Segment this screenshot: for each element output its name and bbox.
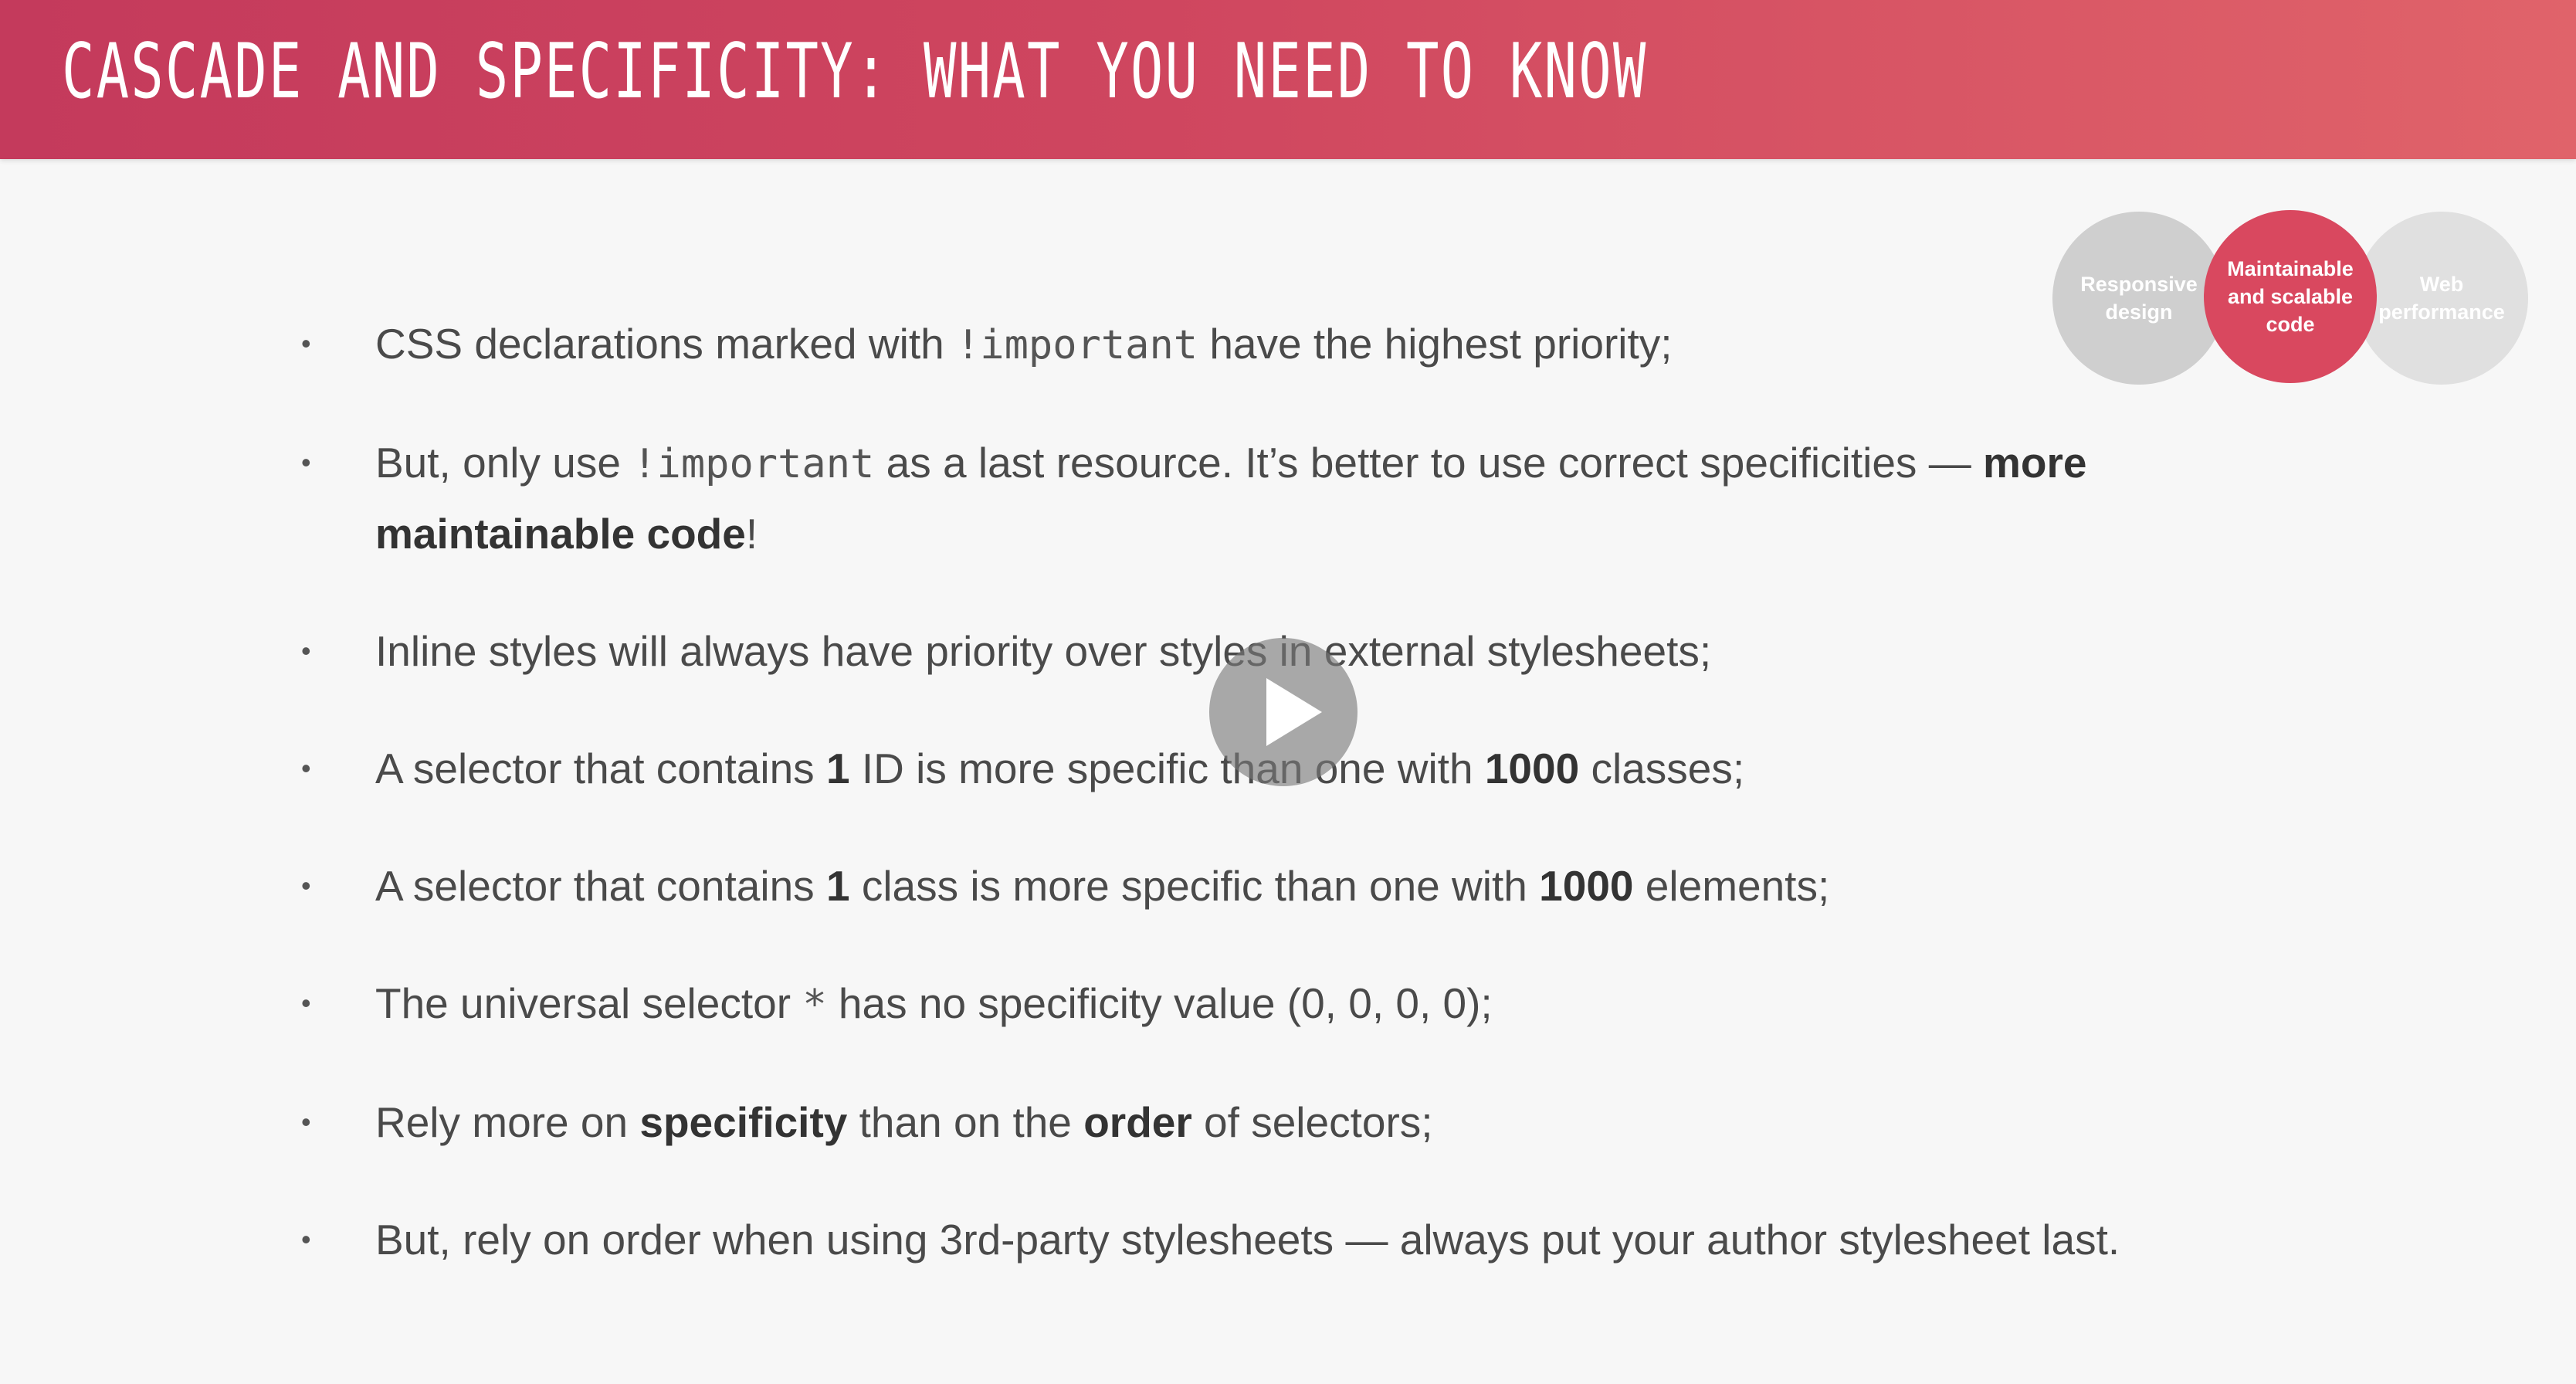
topic-label-line: Maintainable — [2227, 257, 2354, 280]
code-snippet: * — [802, 982, 827, 1028]
bullet-item: But, only use !important as a last resou… — [301, 428, 2193, 568]
slide-title: CASCADE AND SPECIFICITY: WHAT YOU NEED T… — [62, 28, 1648, 116]
emphasis-text: order — [1083, 1098, 1192, 1146]
topic-label-line: performance — [2378, 300, 2505, 324]
topic-label-line: and scalable — [2227, 285, 2354, 308]
play-button[interactable] — [1209, 638, 1357, 786]
emphasis-text: 1000 — [1484, 745, 1580, 792]
emphasis-text: specificity — [639, 1098, 848, 1146]
bullet-item: The universal selector * has no specific… — [301, 968, 2193, 1040]
bullet-item: A selector that contains 1 class is more… — [301, 851, 2193, 921]
topic-circle-maintainable-code-active: Maintainable and scalable code — [2204, 210, 2377, 383]
slide-header: CASCADE AND SPECIFICITY: WHAT YOU NEED T… — [0, 0, 2576, 159]
slide: CASCADE AND SPECIFICITY: WHAT YOU NEED T… — [0, 0, 2576, 1384]
bullet-item: CSS declarations marked with !important … — [301, 309, 2193, 380]
bullet-item: But, rely on order when using 3rd-party … — [301, 1205, 2193, 1274]
play-icon — [1266, 678, 1322, 746]
code-snippet: !important — [632, 441, 875, 487]
bullet-item: Rely more on specificity than on the ord… — [301, 1087, 2193, 1157]
topic-label-line: code — [2266, 313, 2315, 336]
topic-circle-web-performance: Web performance — [2355, 212, 2528, 385]
topic-label-line: Responsive — [2080, 273, 2198, 296]
bullet-list: CSS declarations marked with !important … — [301, 309, 2193, 1322]
emphasis-text: 1000 — [1539, 862, 1634, 910]
code-snippet: !important — [955, 322, 1198, 368]
emphasis-text: 1 — [825, 862, 850, 910]
topic-label-line: Web — [2419, 273, 2464, 296]
emphasis-text: 1 — [825, 745, 850, 792]
